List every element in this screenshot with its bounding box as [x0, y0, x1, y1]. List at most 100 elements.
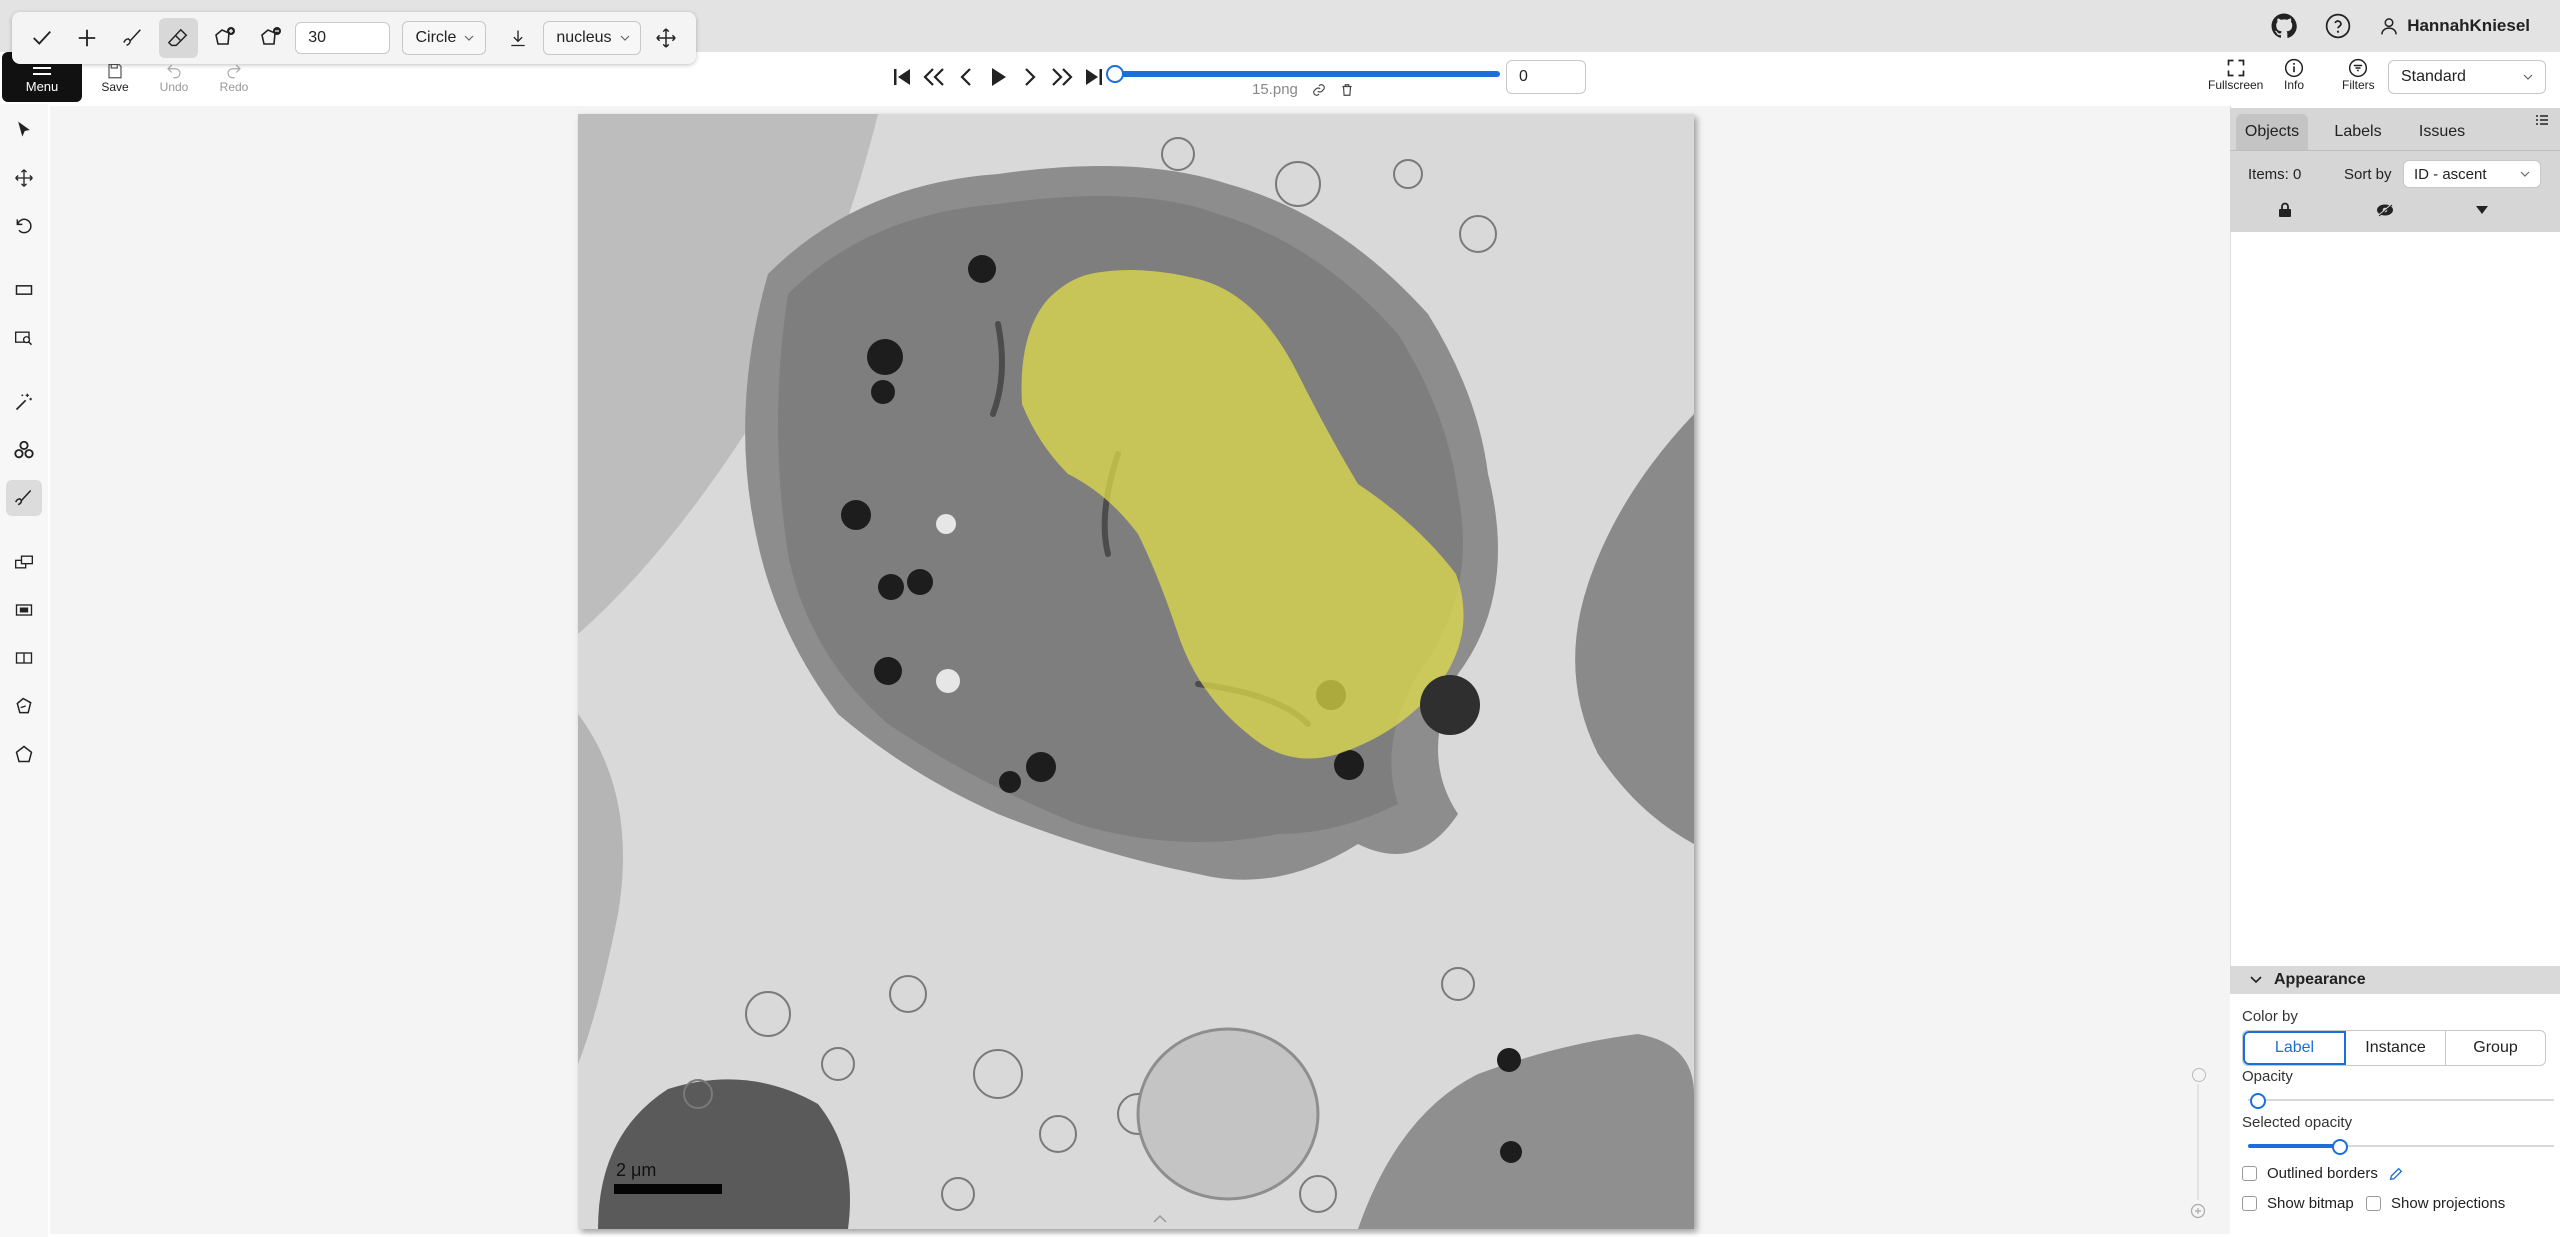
timeline-toggle[interactable]	[1152, 1214, 1168, 1224]
sort-by-value: ID - ascent	[2414, 165, 2487, 183]
forward-multiple-button[interactable]	[1050, 62, 1074, 92]
color-by-label-option[interactable]: Label	[2243, 1031, 2346, 1065]
tab-issues-label: Issues	[2418, 123, 2466, 140]
show-projections-label: Show projections	[2391, 1195, 2506, 1212]
brush-shape-select[interactable]: Circle	[402, 21, 486, 55]
remove-underlying-pixels-button[interactable]	[498, 18, 538, 58]
bounding-box-tool[interactable]	[6, 592, 42, 628]
frame-number-input[interactable]: 0	[1506, 60, 1586, 94]
opacity-slider[interactable]	[2248, 1099, 2554, 1101]
magic-wand-tool[interactable]	[6, 384, 42, 420]
rotate-tool[interactable]	[6, 208, 42, 244]
filters-button[interactable]: Filters	[2342, 58, 2375, 92]
brush-tool[interactable]	[6, 480, 42, 516]
outlined-borders-checkbox[interactable]	[2242, 1166, 2257, 1181]
sort-by-select[interactable]: ID - ascent	[2403, 160, 2541, 188]
pencil-icon[interactable]	[2388, 1166, 2404, 1182]
appearance-header[interactable]: Appearance	[2230, 966, 2560, 994]
undo-label: Undo	[159, 80, 189, 94]
previous-frame-button[interactable]	[954, 62, 978, 92]
zoom-region-tool[interactable]	[6, 320, 42, 356]
user-icon	[2381, 18, 2398, 35]
delete-frame-icon[interactable]	[1340, 83, 1354, 97]
polygon-minus-button[interactable]	[250, 18, 290, 58]
rotate-icon	[16, 218, 32, 234]
add-brush-button[interactable]	[68, 18, 108, 58]
drag-toolbar-handle[interactable]	[647, 18, 687, 58]
info-button[interactable]: Info	[2284, 58, 2304, 92]
show-projections-checkbox[interactable]	[2366, 1196, 2381, 1211]
save-button[interactable]: Save	[87, 62, 143, 94]
color-by-group-option[interactable]: Group	[2446, 1031, 2545, 1065]
tab-labels[interactable]: Labels	[2320, 114, 2396, 150]
polygon-tool[interactable]	[6, 688, 42, 724]
selected-opacity-slider-handle[interactable]	[2332, 1139, 2348, 1155]
undo-button[interactable]: Undo	[146, 62, 202, 94]
next-frame-button[interactable]	[1018, 62, 1042, 92]
filename: 15.png	[1252, 81, 1298, 98]
double-chevron-right-icon	[1052, 68, 1073, 86]
polygon-plus-button[interactable]	[204, 18, 244, 58]
canvas-zoom-slider-handle[interactable]	[2192, 1068, 2206, 1082]
redo-icon	[227, 64, 241, 79]
expand-all-icon[interactable]	[2476, 205, 2488, 215]
canvas-zoom-slider-track[interactable]	[2197, 1084, 2199, 1200]
show-bitmap-checkbox[interactable]	[2242, 1196, 2257, 1211]
lock-all-icon[interactable]	[2278, 202, 2292, 218]
skip-end-icon	[1086, 69, 1102, 85]
workspace-select[interactable]: Standard	[2388, 60, 2546, 94]
collapse-sidebar-button[interactable]	[2534, 112, 2550, 128]
show-projections-row: Show projections	[2366, 1195, 2505, 1212]
play-button[interactable]	[986, 62, 1010, 92]
fit-image-tool[interactable]	[6, 272, 42, 308]
zoom-in-icon[interactable]	[2190, 1203, 2206, 1219]
align-bottom-icon	[510, 30, 525, 47]
pentagon-tool[interactable]	[6, 736, 42, 772]
cursor-tool[interactable]	[6, 112, 42, 148]
frame-slider-handle[interactable]	[1106, 65, 1124, 83]
help-icon[interactable]	[2325, 13, 2351, 39]
first-frame-button[interactable]	[890, 62, 914, 92]
divider	[2230, 150, 2560, 151]
last-frame-button[interactable]	[1082, 62, 1106, 92]
fullscreen-button[interactable]: Fullscreen	[2208, 58, 2263, 92]
tab-objects[interactable]: Objects	[2236, 114, 2308, 150]
link-icon[interactable]	[1312, 83, 1326, 97]
color-by-instance-option[interactable]: Instance	[2346, 1031, 2446, 1065]
rectangle-tool[interactable]	[6, 544, 42, 580]
fullscreen-label: Fullscreen	[2208, 78, 2264, 92]
eraser-tool-button[interactable]	[158, 18, 199, 58]
hide-all-icon[interactable]	[2376, 202, 2394, 218]
microscopy-image: 2 μm	[578, 114, 1694, 1229]
label-select[interactable]: nucleus	[543, 21, 641, 55]
username: HannahKniesel	[2407, 16, 2530, 35]
info-label: Info	[2284, 78, 2305, 92]
frame-slider[interactable]	[1114, 71, 1500, 77]
ai-tools-icon	[14, 440, 34, 459]
ai-tools[interactable]	[6, 432, 42, 468]
finish-drawing-button[interactable]	[22, 18, 62, 58]
user-menu[interactable]: HannahKniesel	[2379, 16, 2530, 36]
plus-icon	[79, 29, 96, 47]
brush-icon	[14, 489, 32, 506]
brush-size-input[interactable]: 30	[295, 22, 391, 54]
items-count: Items: 0	[2248, 166, 2302, 183]
chevron-right-icon	[1025, 68, 1036, 86]
list-collapse-icon	[2536, 115, 2548, 125]
selected-opacity-label: Selected opacity	[2242, 1114, 2353, 1131]
tab-issues[interactable]: Issues	[2406, 114, 2478, 150]
color-by-label: Color by	[2242, 1008, 2298, 1025]
opacity-slider-handle[interactable]	[2250, 1093, 2266, 1109]
move-icon	[15, 169, 33, 187]
chevron-down-icon	[464, 35, 474, 41]
annotation-image[interactable]: 2 μm	[578, 114, 1694, 1229]
redo-button[interactable]: Redo	[206, 62, 262, 94]
show-bitmap-label: Show bitmap	[2267, 1195, 2354, 1212]
back-multiple-button[interactable]	[922, 62, 946, 92]
move-image-tool[interactable]	[6, 160, 42, 196]
split-tool[interactable]	[6, 640, 42, 676]
github-icon[interactable]	[2271, 13, 2297, 39]
sort-by-label: Sort by	[2344, 166, 2392, 183]
tab-labels-label: Labels	[2334, 123, 2382, 140]
brush-tool-button[interactable]	[113, 18, 153, 58]
